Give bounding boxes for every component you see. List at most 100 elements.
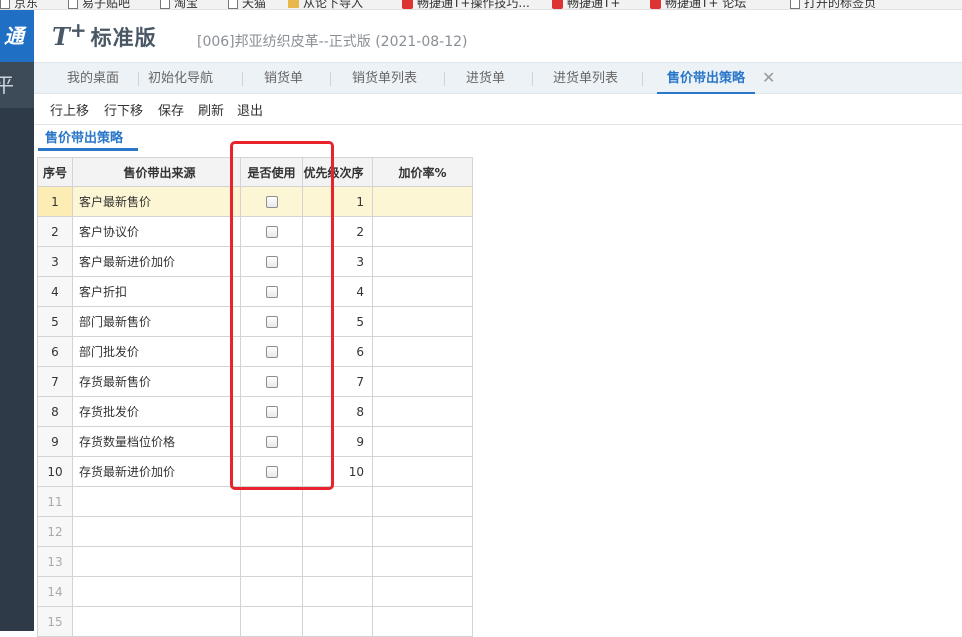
table-row[interactable]: 6 部门批发价 6 [37, 336, 473, 367]
row-rate[interactable] [372, 456, 473, 487]
table-row[interactable]: 5 部门最新售价 5 [37, 306, 473, 337]
row-priority[interactable]: 1 [302, 186, 373, 217]
bookmark-item[interactable]: 易子贴吧 [68, 0, 130, 9]
tab-price-strategy[interactable]: 售价带出策略 [657, 63, 756, 94]
row-source[interactable]: 存货批发价 [72, 396, 241, 427]
table-row[interactable]: 3 客户最新进价加价 3 [37, 246, 473, 277]
empty-row[interactable]: 14 [37, 576, 473, 607]
row-rate[interactable] [372, 246, 473, 277]
table-row[interactable]: 2 客户协议价 2 [37, 216, 473, 247]
use-checkbox[interactable] [265, 406, 278, 418]
empty-row[interactable]: 13 [37, 546, 473, 577]
table-row[interactable]: 1 客户最新售价 1 [37, 186, 473, 217]
move-down-button[interactable]: 行下移 [104, 100, 143, 119]
table-row[interactable]: 8 存货批发价 8 [37, 396, 473, 427]
row-priority[interactable] [302, 606, 373, 637]
row-source[interactable]: 存货最新进价加价 [72, 456, 241, 487]
row-rate[interactable] [372, 216, 473, 247]
row-use-cell[interactable] [240, 516, 303, 547]
empty-row[interactable]: 15 [37, 606, 473, 637]
row-source[interactable]: 存货数量档位价格 [72, 426, 241, 457]
tab-init-guide[interactable]: 初始化导航 [148, 63, 213, 94]
row-priority[interactable]: 5 [302, 306, 373, 337]
save-button[interactable]: 保存 [158, 100, 184, 119]
row-rate[interactable] [372, 396, 473, 427]
tab-sales-order[interactable]: 销货单 [264, 63, 303, 94]
row-source[interactable] [72, 576, 241, 607]
table-row[interactable]: 9 存货数量档位价格 9 [37, 426, 473, 457]
table-row[interactable]: 7 存货最新售价 7 [37, 366, 473, 397]
row-rate[interactable] [372, 306, 473, 337]
row-source[interactable]: 部门批发价 [72, 336, 241, 367]
row-priority[interactable] [302, 516, 373, 547]
row-source[interactable] [72, 486, 241, 517]
tab-purchase-order[interactable]: 进货单 [466, 63, 505, 94]
row-use-cell[interactable] [240, 606, 303, 637]
row-source[interactable] [72, 516, 241, 547]
row-source[interactable]: 部门最新售价 [72, 306, 241, 337]
bookmark-item[interactable]: 从论下导入 [288, 0, 363, 9]
row-priority[interactable]: 6 [302, 336, 373, 367]
table-row[interactable]: 10 存货最新进价加价 10 [37, 456, 473, 487]
row-use-cell[interactable] [240, 546, 303, 577]
use-checkbox[interactable] [265, 256, 278, 268]
close-icon[interactable]: ✕ [762, 69, 775, 87]
row-rate[interactable] [372, 576, 473, 607]
row-rate[interactable] [372, 426, 473, 457]
use-checkbox[interactable] [265, 316, 278, 328]
refresh-button[interactable]: 刷新 [198, 100, 224, 119]
row-source[interactable]: 客户最新售价 [72, 186, 241, 217]
tab-sales-order-list[interactable]: 销货单列表 [352, 63, 417, 94]
tab-my-desktop[interactable]: 我的桌面 [67, 63, 119, 94]
use-checkbox[interactable] [265, 376, 278, 388]
bookmark-item[interactable]: 畅捷通T+操作技巧... [402, 0, 530, 9]
row-priority[interactable]: 8 [302, 396, 373, 427]
empty-row[interactable]: 11 [37, 486, 473, 517]
empty-row[interactable]: 12 [37, 516, 473, 547]
row-source[interactable] [72, 606, 241, 637]
exit-button[interactable]: 退出 [237, 100, 263, 119]
row-source[interactable]: 客户折扣 [72, 276, 241, 307]
bookmark-item[interactable]: 畅捷通T+ [552, 0, 620, 9]
row-priority[interactable]: 10 [302, 456, 373, 487]
row-rate[interactable] [372, 276, 473, 307]
row-rate[interactable] [372, 336, 473, 367]
row-priority[interactable] [302, 576, 373, 607]
row-priority[interactable]: 9 [302, 426, 373, 457]
table-row[interactable]: 4 客户折扣 4 [37, 276, 473, 307]
bookmark-item[interactable]: 打开的标签页 [790, 0, 876, 9]
row-priority[interactable]: 4 [302, 276, 373, 307]
use-checkbox[interactable] [265, 436, 278, 448]
row-priority[interactable]: 7 [302, 366, 373, 397]
row-priority[interactable] [302, 546, 373, 577]
use-checkbox[interactable] [265, 346, 278, 358]
sidebar-menu-item[interactable]: 平 [0, 62, 34, 108]
tab-purchase-order-list[interactable]: 进货单列表 [553, 63, 618, 94]
use-checkbox[interactable] [265, 196, 278, 208]
use-checkbox[interactable] [265, 286, 278, 298]
row-rate[interactable] [372, 486, 473, 517]
row-rate[interactable] [372, 546, 473, 577]
col-header-rate[interactable]: 加价率% [372, 157, 473, 187]
row-source[interactable]: 客户协议价 [72, 216, 241, 247]
col-header-use[interactable]: 是否使用 [240, 157, 303, 187]
move-up-button[interactable]: 行上移 [50, 100, 89, 119]
col-header-idx[interactable]: 序号 [37, 157, 73, 187]
sidebar-logo[interactable]: 通 [0, 10, 34, 62]
use-checkbox[interactable] [265, 226, 278, 238]
bookmark-item[interactable]: 天猫 [228, 0, 266, 9]
row-priority[interactable]: 3 [302, 246, 373, 277]
col-header-source[interactable]: 售价带出来源 [72, 157, 241, 187]
row-rate[interactable] [372, 516, 473, 547]
row-priority[interactable]: 2 [302, 216, 373, 247]
row-use-cell[interactable] [240, 576, 303, 607]
row-source[interactable]: 存货最新售价 [72, 366, 241, 397]
row-source[interactable] [72, 546, 241, 577]
row-rate[interactable] [372, 606, 473, 637]
use-checkbox[interactable] [265, 466, 278, 478]
row-rate[interactable] [372, 186, 473, 217]
row-source[interactable]: 客户最新进价加价 [72, 246, 241, 277]
col-header-priority[interactable]: 优先级次序 [302, 157, 373, 187]
row-use-cell[interactable] [240, 486, 303, 517]
bookmark-item[interactable]: 淘宝 [160, 0, 198, 9]
